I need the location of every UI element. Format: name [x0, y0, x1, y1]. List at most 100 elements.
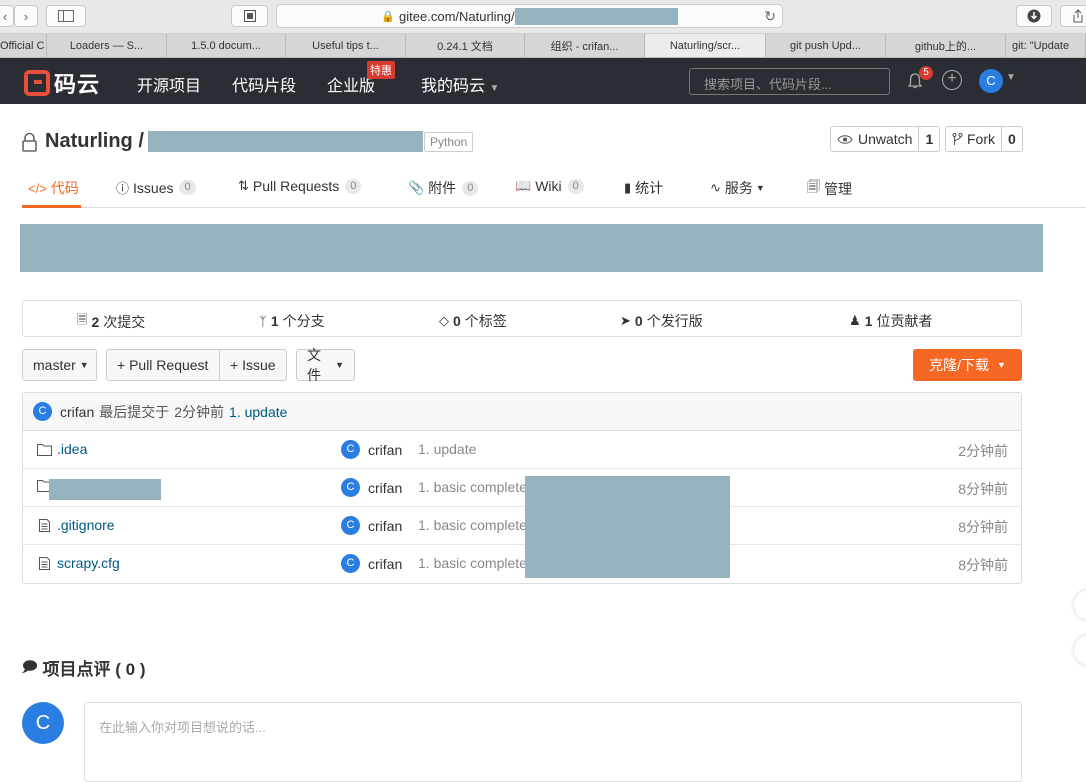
browser-tab[interactable]: github上的... — [886, 34, 1006, 57]
sidebar-toggle-button[interactable] — [46, 5, 86, 27]
fork-button[interactable]: Fork — [946, 127, 1002, 151]
file-name[interactable]: scrapy.cfg — [57, 555, 120, 571]
commits-count: 2 — [91, 314, 100, 330]
search-input[interactable]: 搜索项目、代码片段... — [689, 68, 890, 95]
avatar: C — [22, 702, 64, 744]
address-bar[interactable]: 🔒 gitee.com/Naturling/ ↻ — [276, 4, 783, 28]
reload-icon[interactable]: ↻ — [764, 8, 776, 25]
commit-time: 2分钟前 — [174, 403, 225, 420]
file-commit-message[interactable]: 1. basic complete — [418, 517, 527, 533]
tab-services[interactable]: ∿ 服务 ▼ — [710, 178, 765, 198]
plus-icon[interactable]: + — [942, 70, 962, 90]
contributors-label: 位贡献者 — [876, 313, 933, 329]
browser-tab-active[interactable]: Naturling/scr... — [645, 34, 766, 57]
share-button[interactable] — [1060, 5, 1086, 27]
tab-manage[interactable]: 🗐 管理 — [807, 178, 852, 200]
unwatch-label: Unwatch — [858, 131, 913, 147]
tab-issues-label: Issues — [133, 179, 174, 196]
tags-count: 0 — [453, 313, 461, 329]
language-badge: Python — [424, 132, 474, 152]
tab-issues[interactable]: ⓘ Issues 0 — [116, 178, 196, 197]
file-author-name: crifan — [368, 517, 403, 534]
redacted-url — [514, 7, 678, 25]
file-commit-message[interactable]: 1. basic complete — [418, 555, 527, 571]
chevron-down-icon[interactable]: ▼ — [1006, 72, 1016, 83]
fork-icon — [952, 132, 963, 145]
tab-code[interactable]: </> 代码 — [28, 178, 79, 198]
file-commit-message[interactable]: 1. basic complete — [418, 479, 527, 495]
watch-count[interactable]: 1 — [919, 127, 939, 151]
nav-my-gitee-label: 我的码云 — [421, 78, 486, 95]
tab-pull-requests[interactable]: ⇅ Pull Requests 0 — [238, 178, 362, 194]
forward-button[interactable]: › — [14, 5, 38, 27]
new-pull-request-button[interactable]: + Pull Request — [106, 349, 220, 381]
tab-attachments[interactable]: 📎 附件 0 — [408, 178, 479, 198]
unwatch-button[interactable]: Unwatch — [831, 127, 920, 151]
site-nav: 码云 开源项目 代码片段 企业版 特惠 我的码云 ▼ 搜索项目、代码片段... … — [0, 58, 1086, 104]
tab-wiki[interactable]: 📖 Wiki 0 — [515, 178, 584, 194]
browser-tab[interactable]: 0.24.1 文档 — [406, 34, 525, 57]
commit-author[interactable]: crifan — [60, 404, 94, 420]
browser-tab[interactable]: Official C — [0, 34, 47, 57]
file-author[interactable]: Ccrifan — [341, 440, 402, 459]
downloads-button[interactable] — [1016, 5, 1052, 27]
clone-download-button[interactable]: 克隆/下载 ▼ — [913, 349, 1022, 381]
download-icon — [1027, 9, 1041, 23]
file-author[interactable]: Ccrifan — [341, 516, 402, 535]
reader-button[interactable] — [231, 5, 268, 27]
watch-button-group: Unwatch 1 — [830, 126, 941, 152]
nav-my-gitee[interactable]: 我的码云 ▼ — [421, 72, 499, 96]
file-commit-message[interactable]: 1. update — [418, 441, 476, 457]
repo-owner[interactable]: Naturling / — [45, 130, 144, 153]
code-icon: </> — [28, 180, 47, 196]
folder-icon — [37, 443, 52, 456]
tab-stats[interactable]: ▮ 统计 — [624, 178, 663, 198]
back-button[interactable]: ‹ — [0, 5, 14, 27]
reader-icon — [243, 10, 256, 22]
file-name-cell[interactable]: .gitignore — [37, 517, 115, 533]
file-name-cell[interactable]: .idea — [37, 441, 87, 457]
comment-input[interactable]: 在此输入你对项目想说的话... — [84, 702, 1022, 782]
file-name[interactable]: .gitignore — [57, 517, 115, 533]
avatar: C — [341, 478, 360, 497]
files-dropdown[interactable]: 文件 ▼ — [296, 347, 355, 383]
user-avatar[interactable]: C — [979, 69, 1003, 93]
file-name-cell[interactable]: scrapy.cfg — [37, 555, 120, 571]
new-issue-button[interactable]: + Issue — [219, 349, 287, 381]
stat-releases[interactable]: ➤ 0 个发行版 — [620, 311, 703, 331]
file-icon — [39, 518, 50, 532]
send-icon: ➤ — [620, 313, 631, 328]
branches-label: 个分支 — [282, 313, 325, 329]
commit-text: 最后提交于 — [99, 403, 170, 420]
stat-commits[interactable]: 🗏 2 次提交 — [77, 311, 145, 333]
stat-contributors[interactable]: ♟ 1 位贡献者 — [849, 311, 932, 331]
nav-snippets[interactable]: 代码片段 — [232, 72, 296, 96]
stat-branches[interactable]: ᛉ 1 个分支 — [259, 311, 325, 331]
avatar[interactable]: C — [33, 402, 52, 421]
comment-icon: 🗩 — [22, 657, 38, 674]
gitee-logo[interactable]: 码云 — [24, 67, 100, 99]
browser-tab[interactable]: 组织 - crifan... — [525, 34, 645, 57]
floating-action-button[interactable] — [1074, 635, 1086, 665]
tab-services-label: 服务 — [724, 180, 753, 196]
file-author[interactable]: Ccrifan — [341, 478, 402, 497]
fork-count[interactable]: 0 — [1002, 127, 1022, 151]
browser-tab[interactable]: Useful tips t... — [286, 34, 406, 57]
floating-action-button[interactable] — [1074, 590, 1086, 620]
file-author[interactable]: Ccrifan — [341, 554, 402, 573]
book-icon: 📖 — [515, 178, 532, 193]
browser-tab[interactable]: 1.5.0 docum... — [167, 34, 286, 57]
chevron-down-icon: ▼ — [489, 83, 500, 94]
redacted-repo-name — [148, 131, 423, 152]
browser-tab[interactable]: git: "Update — [1006, 34, 1086, 57]
file-name[interactable]: .idea — [57, 441, 87, 457]
branch-label: master — [33, 357, 76, 373]
commit-message[interactable]: 1. update — [229, 404, 287, 420]
stat-tags[interactable]: ◇ 0 个标签 — [439, 311, 507, 331]
branch-select[interactable]: master ▼ — [22, 349, 97, 381]
nav-open-source[interactable]: 开源项目 — [137, 72, 201, 96]
browser-tab[interactable]: git push Upd... — [766, 34, 886, 57]
browser-tab[interactable]: Loaders — S... — [47, 34, 167, 57]
issues-count: 0 — [179, 180, 196, 195]
file-author-name: crifan — [368, 555, 403, 572]
